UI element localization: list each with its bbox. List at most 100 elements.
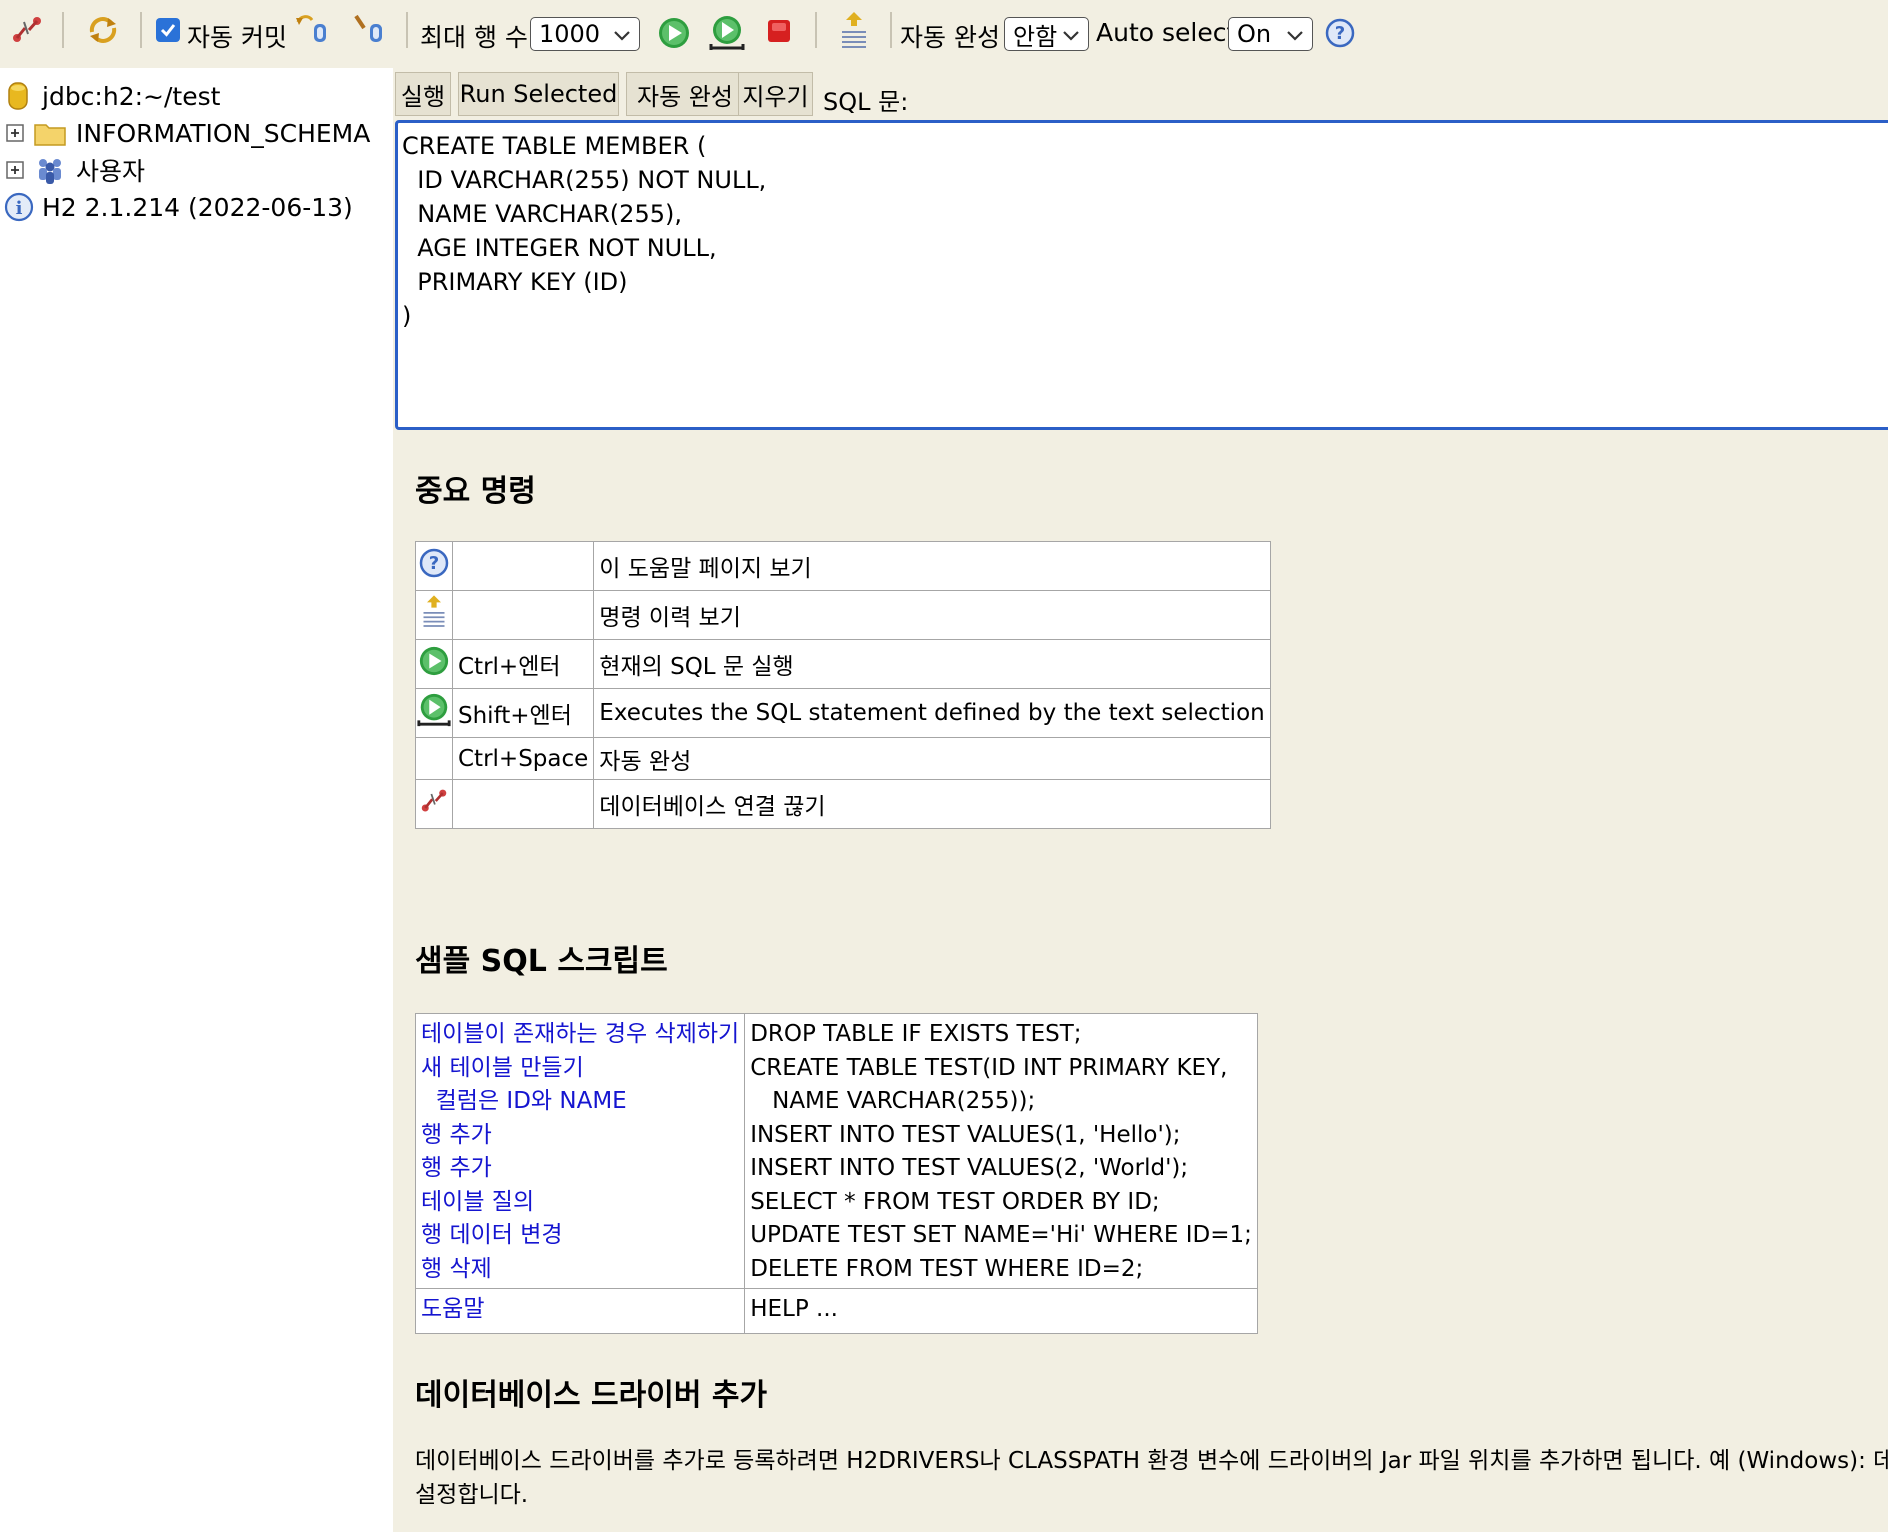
svg-text:i: i <box>16 198 23 219</box>
auto-select-label: Auto select <box>1096 18 1237 47</box>
sample-sql-line: UPDATE TEST SET NAME='Hi' WHERE ID=1; <box>750 1222 1252 1248</box>
commit-icon[interactable] <box>352 12 388 46</box>
disconnect-icon[interactable] <box>10 14 44 46</box>
max-rows-select[interactable]: 1000 <box>530 17 640 51</box>
table-row: 명령 이력 보기 <box>415 590 1271 640</box>
auto-select-value: On <box>1237 20 1272 48</box>
sample-sql-cell: DROP TABLE IF EXISTS TEST; CREATE TABLE … <box>744 1013 1258 1289</box>
folder-icon <box>34 120 66 146</box>
help-link-cell: 도움말 <box>414 1288 746 1334</box>
help-icon[interactable]: ? <box>415 541 453 591</box>
tree-connection[interactable]: jdbc:h2:~/test <box>8 79 220 113</box>
run-selected-button[interactable]: Run Selected <box>458 72 619 116</box>
run-selected-icon[interactable] <box>415 688 453 738</box>
main-panel: 실행 Run Selected 자동 완성 지우기 SQL 문: CREATE … <box>393 68 1888 1532</box>
drivers-line-2: 설정합니다. <box>415 1482 529 1508</box>
sample-sql-line: DROP TABLE IF EXISTS TEST; <box>750 1021 1082 1047</box>
sample-scripts-table: 테이블이 존재하는 경우 삭제하기 새 테이블 만들기 컬럼은 ID와 NAME… <box>414 1013 1258 1334</box>
table-row: 데이터베이스 연결 끊기 <box>415 779 1271 829</box>
autocomplete-value: 안함 <box>1013 22 1058 51</box>
users-label: 사용자 <box>76 157 146 186</box>
shortcut-cell: Ctrl+엔터 <box>451 639 595 689</box>
object-tree: jdbc:h2:~/test INFORMATION_SCHEMA 사용자 i … <box>0 68 393 1532</box>
auto-commit-label: 자동 커밋 <box>187 23 287 52</box>
table-row: Ctrl+Space 자동 완성 <box>415 737 1271 780</box>
info-icon: i <box>4 192 34 222</box>
table-row: 도움말 HELP ... <box>414 1288 1258 1334</box>
toolbar-separator <box>406 12 408 48</box>
sample-link[interactable]: 행 추가 <box>421 1119 739 1153</box>
history-icon[interactable] <box>838 10 870 52</box>
toolbar-separator <box>62 12 64 48</box>
tree-version: i H2 2.1.214 (2022-06-13) <box>4 190 353 224</box>
chevron-down-icon <box>1062 23 1080 51</box>
sample-sql-line: DELETE FROM TEST WHERE ID=2; <box>750 1255 1144 1282</box>
connection-label: jdbc:h2:~/test <box>42 81 221 111</box>
chevron-down-icon <box>613 23 631 51</box>
tree-users[interactable]: 사용자 <box>6 153 145 187</box>
table-row: Ctrl+엔터 현재의 SQL 문 실행 <box>415 639 1271 689</box>
expand-icon[interactable] <box>6 124 24 142</box>
autocomplete-label: 자동 완성 <box>900 23 1000 52</box>
auto-commit-checkbox[interactable] <box>156 18 180 42</box>
disconnect-icon[interactable] <box>415 779 453 829</box>
sample-sql-line: SELECT * FROM TEST ORDER BY ID; <box>750 1188 1160 1215</box>
sample-scripts-heading: 샘플 SQL 스크립트 <box>415 944 668 979</box>
sample-link[interactable]: 컬럼은 ID와 NAME <box>421 1085 739 1119</box>
toolbar: 자동 커밋 최대 행 수: 1000 자동 완성 안함 Auto select … <box>0 0 1888 68</box>
chevron-down-icon <box>1286 23 1304 51</box>
shortcut-cell <box>451 779 595 829</box>
table-row: Shift+엔터 Executes the SQL statement defi… <box>415 688 1271 738</box>
autocomplete-button[interactable]: 자동 완성 <box>626 72 744 116</box>
sample-labels-cell: 테이블이 존재하는 경우 삭제하기 새 테이블 만들기 컬럼은 ID와 NAME… <box>414 1013 746 1289</box>
history-icon[interactable] <box>415 590 453 640</box>
help-link[interactable]: 도움말 <box>421 1296 484 1322</box>
drivers-line-1: 데이터베이스 드라이버를 추가로 등록하려면 H2DRIVERS나 CLASSP… <box>415 1448 1888 1474</box>
version-label: H2 2.1.214 (2022-06-13) <box>42 192 353 222</box>
description-cell: 데이터베이스 연결 끊기 <box>593 779 1271 829</box>
auto-select-select[interactable]: On <box>1228 17 1313 51</box>
sample-link[interactable]: 행 삭제 <box>421 1253 739 1287</box>
clear-button[interactable]: 지우기 <box>738 72 813 116</box>
drivers-paragraph: 데이터베이스 드라이버를 추가로 등록하려면 H2DRIVERS나 CLASSP… <box>415 1444 1888 1512</box>
tree-schema[interactable]: INFORMATION_SCHEMA <box>6 116 370 150</box>
run-selected-icon[interactable] <box>708 14 746 52</box>
stop-icon[interactable] <box>766 18 792 44</box>
important-commands-heading: 중요 명령 <box>415 474 536 509</box>
rollback-icon[interactable] <box>294 12 330 46</box>
add-drivers-heading: 데이터베이스 드라이버 추가 <box>415 1378 768 1413</box>
table-row: 테이블이 존재하는 경우 삭제하기 새 테이블 만들기 컬럼은 ID와 NAME… <box>414 1013 1258 1289</box>
sample-link[interactable]: 테이블 질의 <box>421 1186 739 1220</box>
toolbar-separator <box>815 12 817 48</box>
help-icon[interactable]: ? <box>1325 18 1355 48</box>
table-row: ? 이 도움말 페이지 보기 <box>415 541 1271 591</box>
sql-statement-label: SQL 문: <box>823 88 909 116</box>
description-cell: 명령 이력 보기 <box>593 590 1271 640</box>
sample-link[interactable]: 행 추가 <box>421 1152 739 1186</box>
users-icon <box>34 155 66 185</box>
sql-editor[interactable]: CREATE TABLE MEMBER ( ID VARCHAR(255) NO… <box>395 120 1888 430</box>
toolbar-separator <box>140 12 142 48</box>
svg-text:?: ? <box>429 553 439 574</box>
run-icon[interactable] <box>415 639 453 689</box>
shortcut-cell: Ctrl+Space <box>451 737 595 780</box>
refresh-icon[interactable] <box>86 14 120 46</box>
shortcut-cell <box>451 541 595 591</box>
sample-link[interactable]: 새 테이블 만들기 <box>421 1052 739 1086</box>
max-rows-label: 최대 행 수: <box>420 23 537 52</box>
sample-link[interactable]: 행 데이터 변경 <box>421 1219 739 1253</box>
description-cell: 이 도움말 페이지 보기 <box>593 541 1271 591</box>
expand-icon[interactable] <box>6 161 24 179</box>
toolbar-separator <box>890 12 892 48</box>
sample-link[interactable]: 테이블이 존재하는 경우 삭제하기 <box>421 1018 739 1052</box>
sample-sql-line: INSERT INTO TEST VALUES(1, 'Hello'); <box>750 1121 1181 1148</box>
description-cell: Executes the SQL statement defined by th… <box>593 688 1271 738</box>
important-commands-table: ? 이 도움말 페이지 보기 명령 이력 보기 Ctrl+엔터 현재의 SQL … <box>415 541 1271 829</box>
execute-button[interactable]: 실행 <box>395 72 451 116</box>
run-icon[interactable] <box>657 16 691 50</box>
description-cell: 자동 완성 <box>593 737 1271 780</box>
sample-sql-line: CREATE TABLE TEST(ID INT PRIMARY KEY, <box>750 1054 1228 1081</box>
autocomplete-select[interactable]: 안함 <box>1004 17 1089 51</box>
checkmark-icon <box>156 18 180 42</box>
empty-icon-cell <box>415 737 453 780</box>
